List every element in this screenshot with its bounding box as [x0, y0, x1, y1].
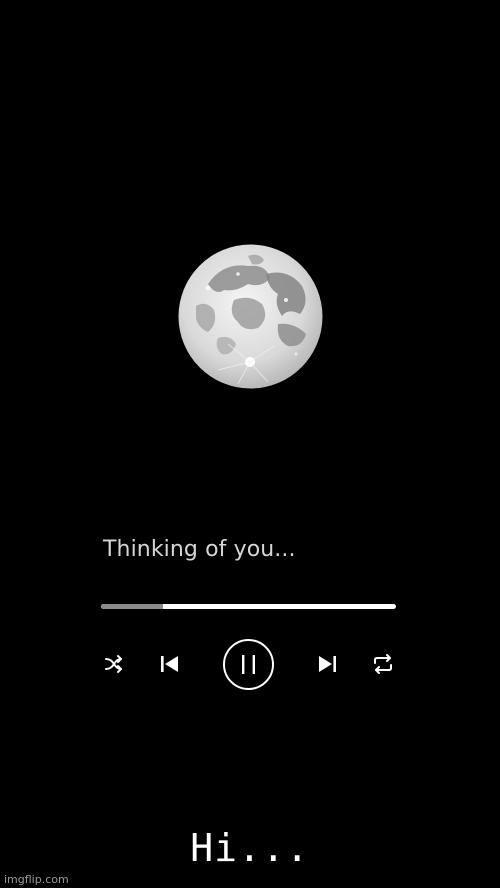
moon-artwork [178, 244, 323, 389]
track-title: Thinking of you... [103, 537, 296, 562]
caption-text: Hi... [190, 826, 310, 870]
skip-previous-icon[interactable] [158, 653, 180, 675]
music-player-screen: Thinking of you... Hi... imgflip.com [0, 0, 500, 888]
repeat-icon[interactable] [372, 653, 394, 675]
pause-button[interactable] [222, 638, 275, 691]
watermark: imgflip.com [4, 873, 69, 886]
shuffle-icon[interactable] [104, 654, 124, 674]
skip-next-icon[interactable] [317, 653, 339, 675]
pause-icon [242, 655, 255, 674]
progress-bar-fill [101, 604, 163, 609]
progress-bar[interactable] [101, 604, 396, 609]
